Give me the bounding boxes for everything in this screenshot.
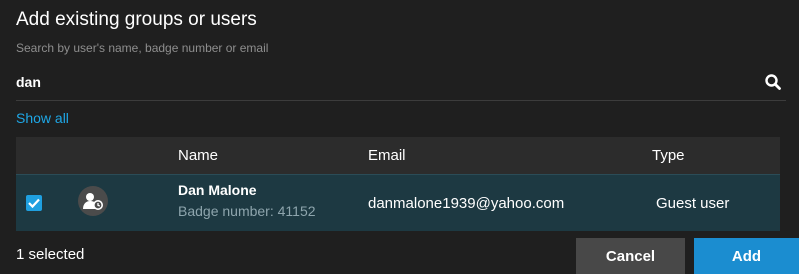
- search-bar: [16, 64, 786, 101]
- user-email: danmalone1939@yahoo.com: [368, 195, 565, 212]
- search-input[interactable]: [16, 71, 736, 93]
- user-type: Guest user: [656, 195, 730, 212]
- show-all-link[interactable]: Show all: [16, 110, 69, 126]
- row-checkbox[interactable]: [26, 195, 42, 211]
- search-icon[interactable]: [764, 73, 782, 91]
- table-header: Name Email Type: [16, 137, 780, 174]
- column-header-name[interactable]: Name: [178, 147, 218, 164]
- user-name: Dan Malone: [178, 182, 257, 198]
- column-header-email[interactable]: Email: [368, 147, 406, 164]
- selected-count: 1 selected: [16, 246, 85, 263]
- dialog-subtitle: Search by user's name, badge number or e…: [16, 41, 269, 55]
- checkmark-icon: [28, 198, 40, 209]
- cancel-button[interactable]: Cancel: [576, 238, 685, 274]
- column-header-type[interactable]: Type: [652, 147, 685, 164]
- dialog-title: Add existing groups or users: [16, 9, 257, 30]
- guest-user-icon: [78, 186, 108, 216]
- add-button[interactable]: Add: [694, 238, 799, 274]
- badge-number: Badge number: 41152: [178, 203, 316, 219]
- table-row[interactable]: Dan Malone Badge number: 41152 danmalone…: [16, 174, 780, 231]
- results-table: Name Email Type Dan Malone Badge number:…: [16, 137, 780, 231]
